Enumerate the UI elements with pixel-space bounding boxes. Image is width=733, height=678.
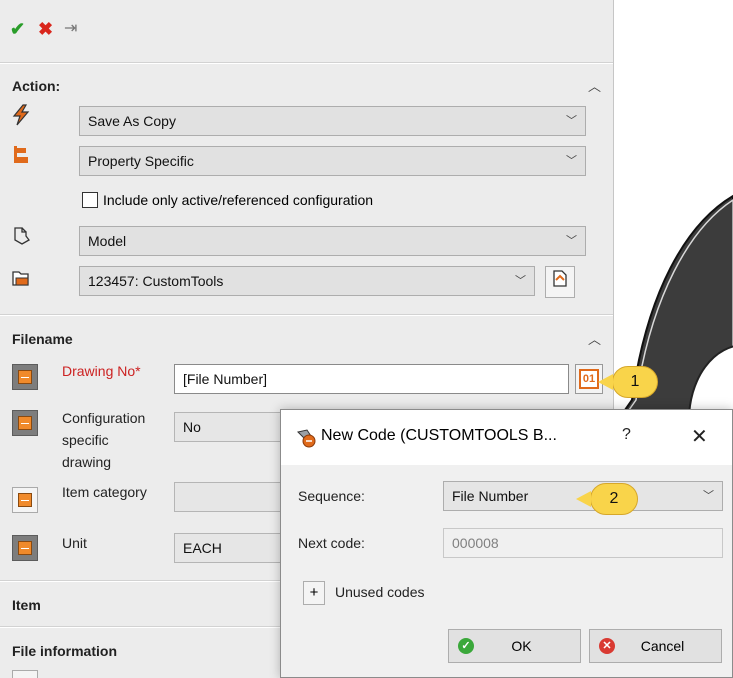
include-active-checkbox[interactable] (82, 192, 98, 208)
document-arrow-icon (553, 270, 567, 287)
chevron-down-icon: ﹀ (566, 115, 577, 127)
new-code-dialog: New Code (CUSTOMTOOLS B... ? ✕ Sequence:… (280, 409, 733, 678)
include-active-config-row[interactable]: Include only active/referenced configura… (82, 190, 373, 210)
unit-select[interactable]: EACH (174, 533, 294, 563)
sequence-value: File Number (452, 488, 529, 504)
close-button[interactable]: ✕ (691, 424, 708, 449)
config-specific-select[interactable]: No (174, 412, 294, 442)
save-mode-select[interactable]: Save As Copy ﹀ (79, 106, 586, 136)
unused-codes-label[interactable]: Unused codes (335, 584, 425, 600)
chevron-down-icon: ﹀ (566, 155, 577, 167)
file-information-section-title[interactable]: File information (12, 643, 117, 659)
divider (0, 63, 613, 64)
callout-1: 1 (598, 366, 658, 398)
chevron-down-icon: ﹀ (566, 235, 577, 247)
expand-unused-codes-button[interactable]: + (303, 581, 325, 605)
dialog-titlebar[interactable]: New Code (CUSTOMTOOLS B... ? ✕ (281, 410, 732, 465)
item-category-save-icon[interactable] (12, 487, 38, 513)
property-mode-value: Property Specific (88, 153, 194, 169)
project-value: 123457: CustomTools (88, 273, 224, 289)
open-project-button[interactable] (545, 266, 575, 298)
drawing-no-label: Drawing No* (62, 363, 141, 379)
lightning-icon (10, 104, 32, 126)
check-icon[interactable]: ✔ (10, 18, 25, 40)
sequence-label: Sequence: (298, 488, 365, 504)
unit-label: Unit (62, 535, 87, 551)
callout-2: 2 (576, 483, 638, 515)
code-badge-icon: 01 (579, 369, 599, 389)
model-type-value: Model (88, 233, 127, 249)
action-section-title: Action: (12, 78, 61, 94)
help-button[interactable]: ? (622, 426, 631, 444)
divider (0, 315, 613, 316)
customtools-logo-icon (297, 429, 316, 448)
cancel-label: Cancel (640, 638, 685, 654)
file-info-save-icon[interactable] (12, 670, 38, 678)
property-tree-icon (10, 145, 32, 167)
pushpin-icon[interactable]: ⇥ (64, 18, 77, 40)
next-code-label: Next code: (298, 535, 365, 551)
config-specific-label-line3: drawing (62, 454, 112, 470)
property-mode-select[interactable]: Property Specific ﹀ (79, 146, 586, 176)
collapse-filename-chevron-up-icon[interactable]: ︿ (588, 329, 601, 348)
cancel-button[interactable]: ✕ Cancel (589, 629, 722, 663)
unit-save-icon[interactable] (12, 535, 38, 561)
drawing-no-input[interactable]: [File Number] (174, 364, 569, 394)
collapse-action-chevron-up-icon[interactable]: ︿ (588, 76, 601, 95)
config-specific-label-line2: specific (62, 432, 109, 448)
item-category-label: Item category (62, 484, 147, 500)
panel-toolbar: ✔ ✖ ⇥ (0, 0, 613, 62)
ok-button[interactable]: ✓ OK (448, 629, 581, 663)
ok-label: OK (511, 638, 532, 654)
drawing-no-save-icon[interactable] (12, 364, 38, 390)
filename-section-title: Filename (12, 331, 73, 347)
project-select[interactable]: 123457: CustomTools ﹀ (79, 266, 535, 296)
chevron-down-icon: ﹀ (703, 490, 714, 502)
dialog-title: New Code (CUSTOMTOOLS B... (321, 427, 557, 444)
config-specific-label-line1: Configuration (62, 410, 146, 426)
include-active-label: Include only active/referenced configura… (103, 192, 374, 208)
next-code-field: 000008 (443, 528, 723, 558)
chevron-down-icon: ﹀ (515, 275, 526, 287)
item-category-input[interactable] (174, 482, 294, 512)
config-specific-save-icon[interactable] (12, 410, 38, 436)
save-mode-value: Save As Copy (88, 113, 176, 129)
item-section-title[interactable]: Item (12, 597, 41, 613)
project-folder-icon (10, 268, 32, 290)
model-type-select[interactable]: Model ﹀ (79, 226, 586, 256)
close-icon[interactable]: ✖ (38, 18, 53, 40)
model-doc-icon (10, 226, 32, 248)
